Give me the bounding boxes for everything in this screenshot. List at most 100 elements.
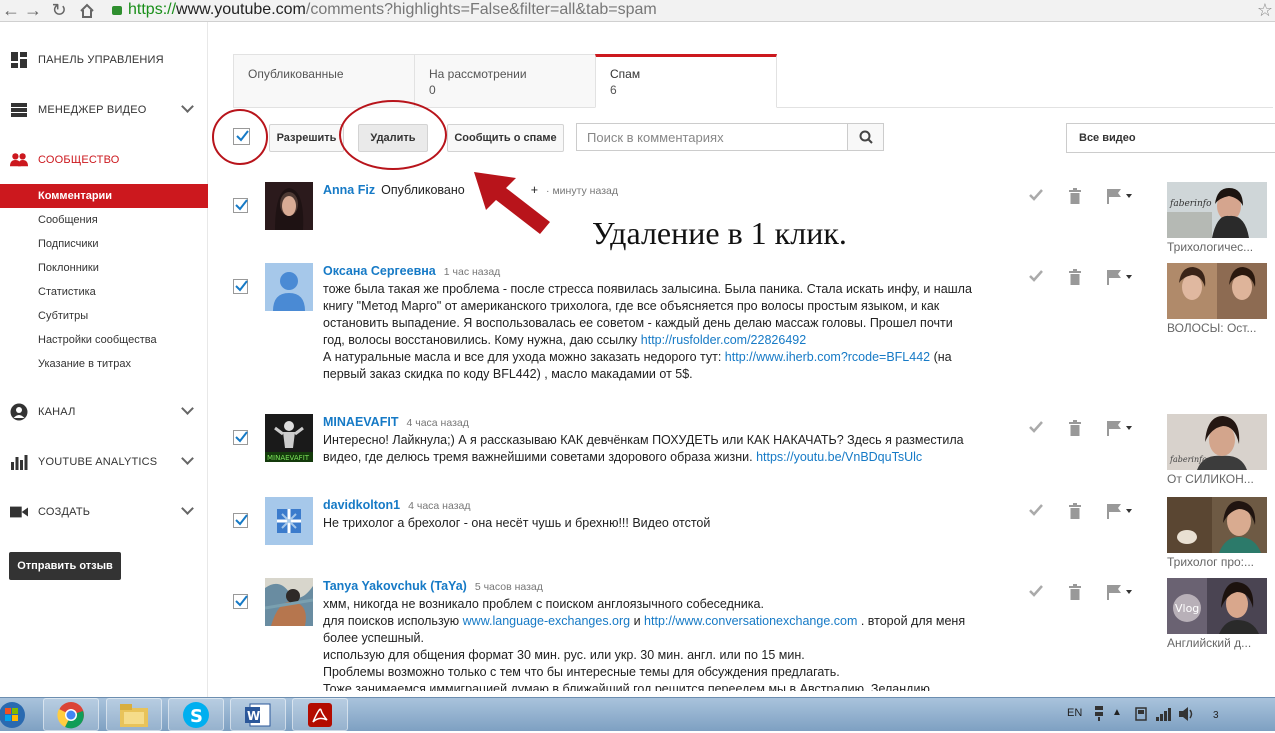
acrobat-icon[interactable] <box>292 698 348 731</box>
overlay-caption: Удаление в 1 клик. <box>592 215 847 251</box>
approve-check-icon[interactable] <box>1028 269 1044 286</box>
comment-line: (на <box>930 350 952 364</box>
sidebar-channel[interactable]: КАНАЛ <box>0 396 208 428</box>
approve-button[interactable]: Разрешить <box>269 124 344 152</box>
sidebar-item-community-settings[interactable]: Настройки сообщества <box>0 328 208 352</box>
trash-icon[interactable] <box>1068 269 1082 288</box>
network-icon[interactable] <box>1134 706 1148 725</box>
comment-author[interactable]: MINAEVAFIT <box>323 415 398 429</box>
address-bar[interactable]: https://www.youtube.com/comments?highlig… <box>106 0 1256 21</box>
language-bar-icon[interactable] <box>1093 704 1105 725</box>
avatar[interactable]: MINAEVAFIT <box>265 414 313 462</box>
tab-pending-label: На рассмотрении <box>429 67 527 81</box>
video-filter-select[interactable]: Все видео <box>1066 123 1275 153</box>
comment-link[interactable]: https://youtu.be/VnBDquTsUlc <box>756 450 922 464</box>
language-indicator[interactable]: EN <box>1067 707 1082 719</box>
chevron-down-icon[interactable] <box>181 452 194 465</box>
comment-author[interactable]: Anna Fiz <box>323 183 375 197</box>
sidebar-item-messages[interactable]: Сообщения <box>0 208 208 232</box>
comment-body: davidkolton1 4 часа назад Не трихолог а б… <box>323 497 1013 532</box>
bookmark-star-icon[interactable]: ☆ <box>1257 0 1273 20</box>
approve-check-icon[interactable] <box>1028 420 1044 437</box>
file-explorer-icon[interactable] <box>106 698 162 731</box>
sidebar-dashboard[interactable]: ПАНЕЛЬ УПРАВЛЕНИЯ <box>0 44 208 76</box>
comment-link[interactable]: http://www.iherb.com?rcode=BFL442 <box>725 350 930 364</box>
chrome-icon[interactable] <box>43 698 99 731</box>
flag-icon[interactable] <box>1106 269 1132 288</box>
tray-expand-icon[interactable]: ▲ <box>1112 707 1122 718</box>
row-checkbox[interactable] <box>233 198 248 213</box>
video-thumbnail[interactable]: Трихолог про:... <box>1167 497 1267 569</box>
comment-author[interactable]: Оксана Сергеевна <box>323 264 436 278</box>
chevron-down-icon[interactable] <box>181 502 194 515</box>
sidebar-analytics[interactable]: YOUTUBE ANALYTICS <box>0 446 208 478</box>
tab-spam[interactable]: Спам 6 <box>595 54 777 108</box>
start-button[interactable] <box>0 700 36 730</box>
sidebar-item-statistics[interactable]: Статистика <box>0 280 208 304</box>
comment-body: Anna Fiz Опубликовано + · минуту назад <box>323 182 1013 200</box>
video-thumbnail[interactable]: faberinfo Трихологичес... <box>1167 182 1267 254</box>
flag-icon[interactable] <box>1106 584 1132 603</box>
sidebar-community[interactable]: СООБЩЕСТВО <box>0 144 208 176</box>
approve-check-icon[interactable] <box>1028 188 1044 205</box>
browser-toolbar: ← → ↻ https://www.youtube.com/comments?h… <box>0 0 1275 22</box>
clock[interactable]: 3 <box>1213 710 1219 721</box>
video-title[interactable]: От СИЛИКОН... <box>1167 472 1267 486</box>
video-title[interactable]: Трихолог про:... <box>1167 555 1267 569</box>
comment-link[interactable]: http://rusfolder.com/22826492 <box>641 333 806 347</box>
chevron-down-icon[interactable] <box>181 402 194 415</box>
sidebar-create[interactable]: СОЗДАТЬ <box>0 496 208 528</box>
row-checkbox[interactable] <box>233 430 248 445</box>
tab-pending[interactable]: На рассмотрении 0 <box>414 54 596 108</box>
video-title[interactable]: Английский д... <box>1167 636 1267 650</box>
trash-icon[interactable] <box>1068 503 1082 522</box>
send-feedback-button[interactable]: Отправить отзыв <box>9 552 121 580</box>
chevron-down-icon[interactable] <box>181 100 194 113</box>
avatar[interactable] <box>265 578 313 626</box>
thumbnail-image: Vlog <box>1167 578 1267 634</box>
flag-icon[interactable] <box>1106 188 1132 207</box>
video-title[interactable]: ВОЛОСЫ: Ост... <box>1167 321 1267 335</box>
avatar[interactable] <box>265 182 313 230</box>
sidebar-item-fans[interactable]: Поклонники <box>0 256 208 280</box>
flag-icon[interactable] <box>1106 503 1132 522</box>
sidebar-create-label: СОЗДАТЬ <box>38 506 91 518</box>
comment-link[interactable]: http://www.conversationexchange.com <box>644 614 857 628</box>
url-scheme: https:// <box>128 1 177 18</box>
comment-author[interactable]: Tanya Yakovchuk (TaYa) <box>323 579 467 593</box>
sidebar-item-subtitles[interactable]: Субтитры <box>0 304 208 328</box>
skype-icon[interactable]: S <box>168 698 224 731</box>
back-icon[interactable]: ← <box>0 0 22 22</box>
word-icon[interactable]: W <box>230 698 286 731</box>
trash-icon[interactable] <box>1068 584 1082 603</box>
trash-icon[interactable] <box>1068 188 1082 207</box>
video-thumbnail[interactable]: ВОЛОСЫ: Ост... <box>1167 263 1267 335</box>
signal-icon[interactable] <box>1156 707 1172 724</box>
video-thumbnail[interactable]: faberinfo От СИЛИКОН... <box>1167 414 1267 486</box>
approve-check-icon[interactable] <box>1028 503 1044 520</box>
approve-check-icon[interactable] <box>1028 584 1044 601</box>
trash-icon[interactable] <box>1068 420 1082 439</box>
avatar[interactable] <box>265 497 313 545</box>
sidebar-video-manager[interactable]: МЕНЕДЖЕР ВИДЕО <box>0 94 208 126</box>
home-icon[interactable] <box>76 0 98 22</box>
flag-icon[interactable] <box>1106 420 1132 439</box>
video-thumbnail[interactable]: Vlog Английский д... <box>1167 578 1267 650</box>
report-spam-button[interactable]: Сообщить о спаме <box>447 124 564 152</box>
volume-icon[interactable] <box>1178 706 1194 725</box>
search-comments-input[interactable]: Поиск в комментариях <box>576 123 848 151</box>
row-checkbox[interactable] <box>233 513 248 528</box>
sidebar-item-subscribers[interactable]: Подписчики <box>0 232 208 256</box>
comment-link[interactable]: www.language-exchanges.org <box>463 614 630 628</box>
forward-icon[interactable]: → <box>22 0 44 22</box>
comment-author[interactable]: davidkolton1 <box>323 498 400 512</box>
comment-time: 4 часа назад <box>406 417 469 429</box>
comment-line: книгу "Метод Марго" от американского три… <box>323 299 940 313</box>
row-checkbox[interactable] <box>233 594 248 609</box>
row-checkbox[interactable] <box>233 279 248 294</box>
search-button[interactable] <box>847 123 884 151</box>
sidebar-item-comments[interactable]: Комментарии <box>0 184 208 208</box>
sidebar-item-credits[interactable]: Указание в титрах <box>0 352 208 376</box>
avatar[interactable] <box>265 263 313 311</box>
reload-icon[interactable]: ↻ <box>48 0 70 22</box>
